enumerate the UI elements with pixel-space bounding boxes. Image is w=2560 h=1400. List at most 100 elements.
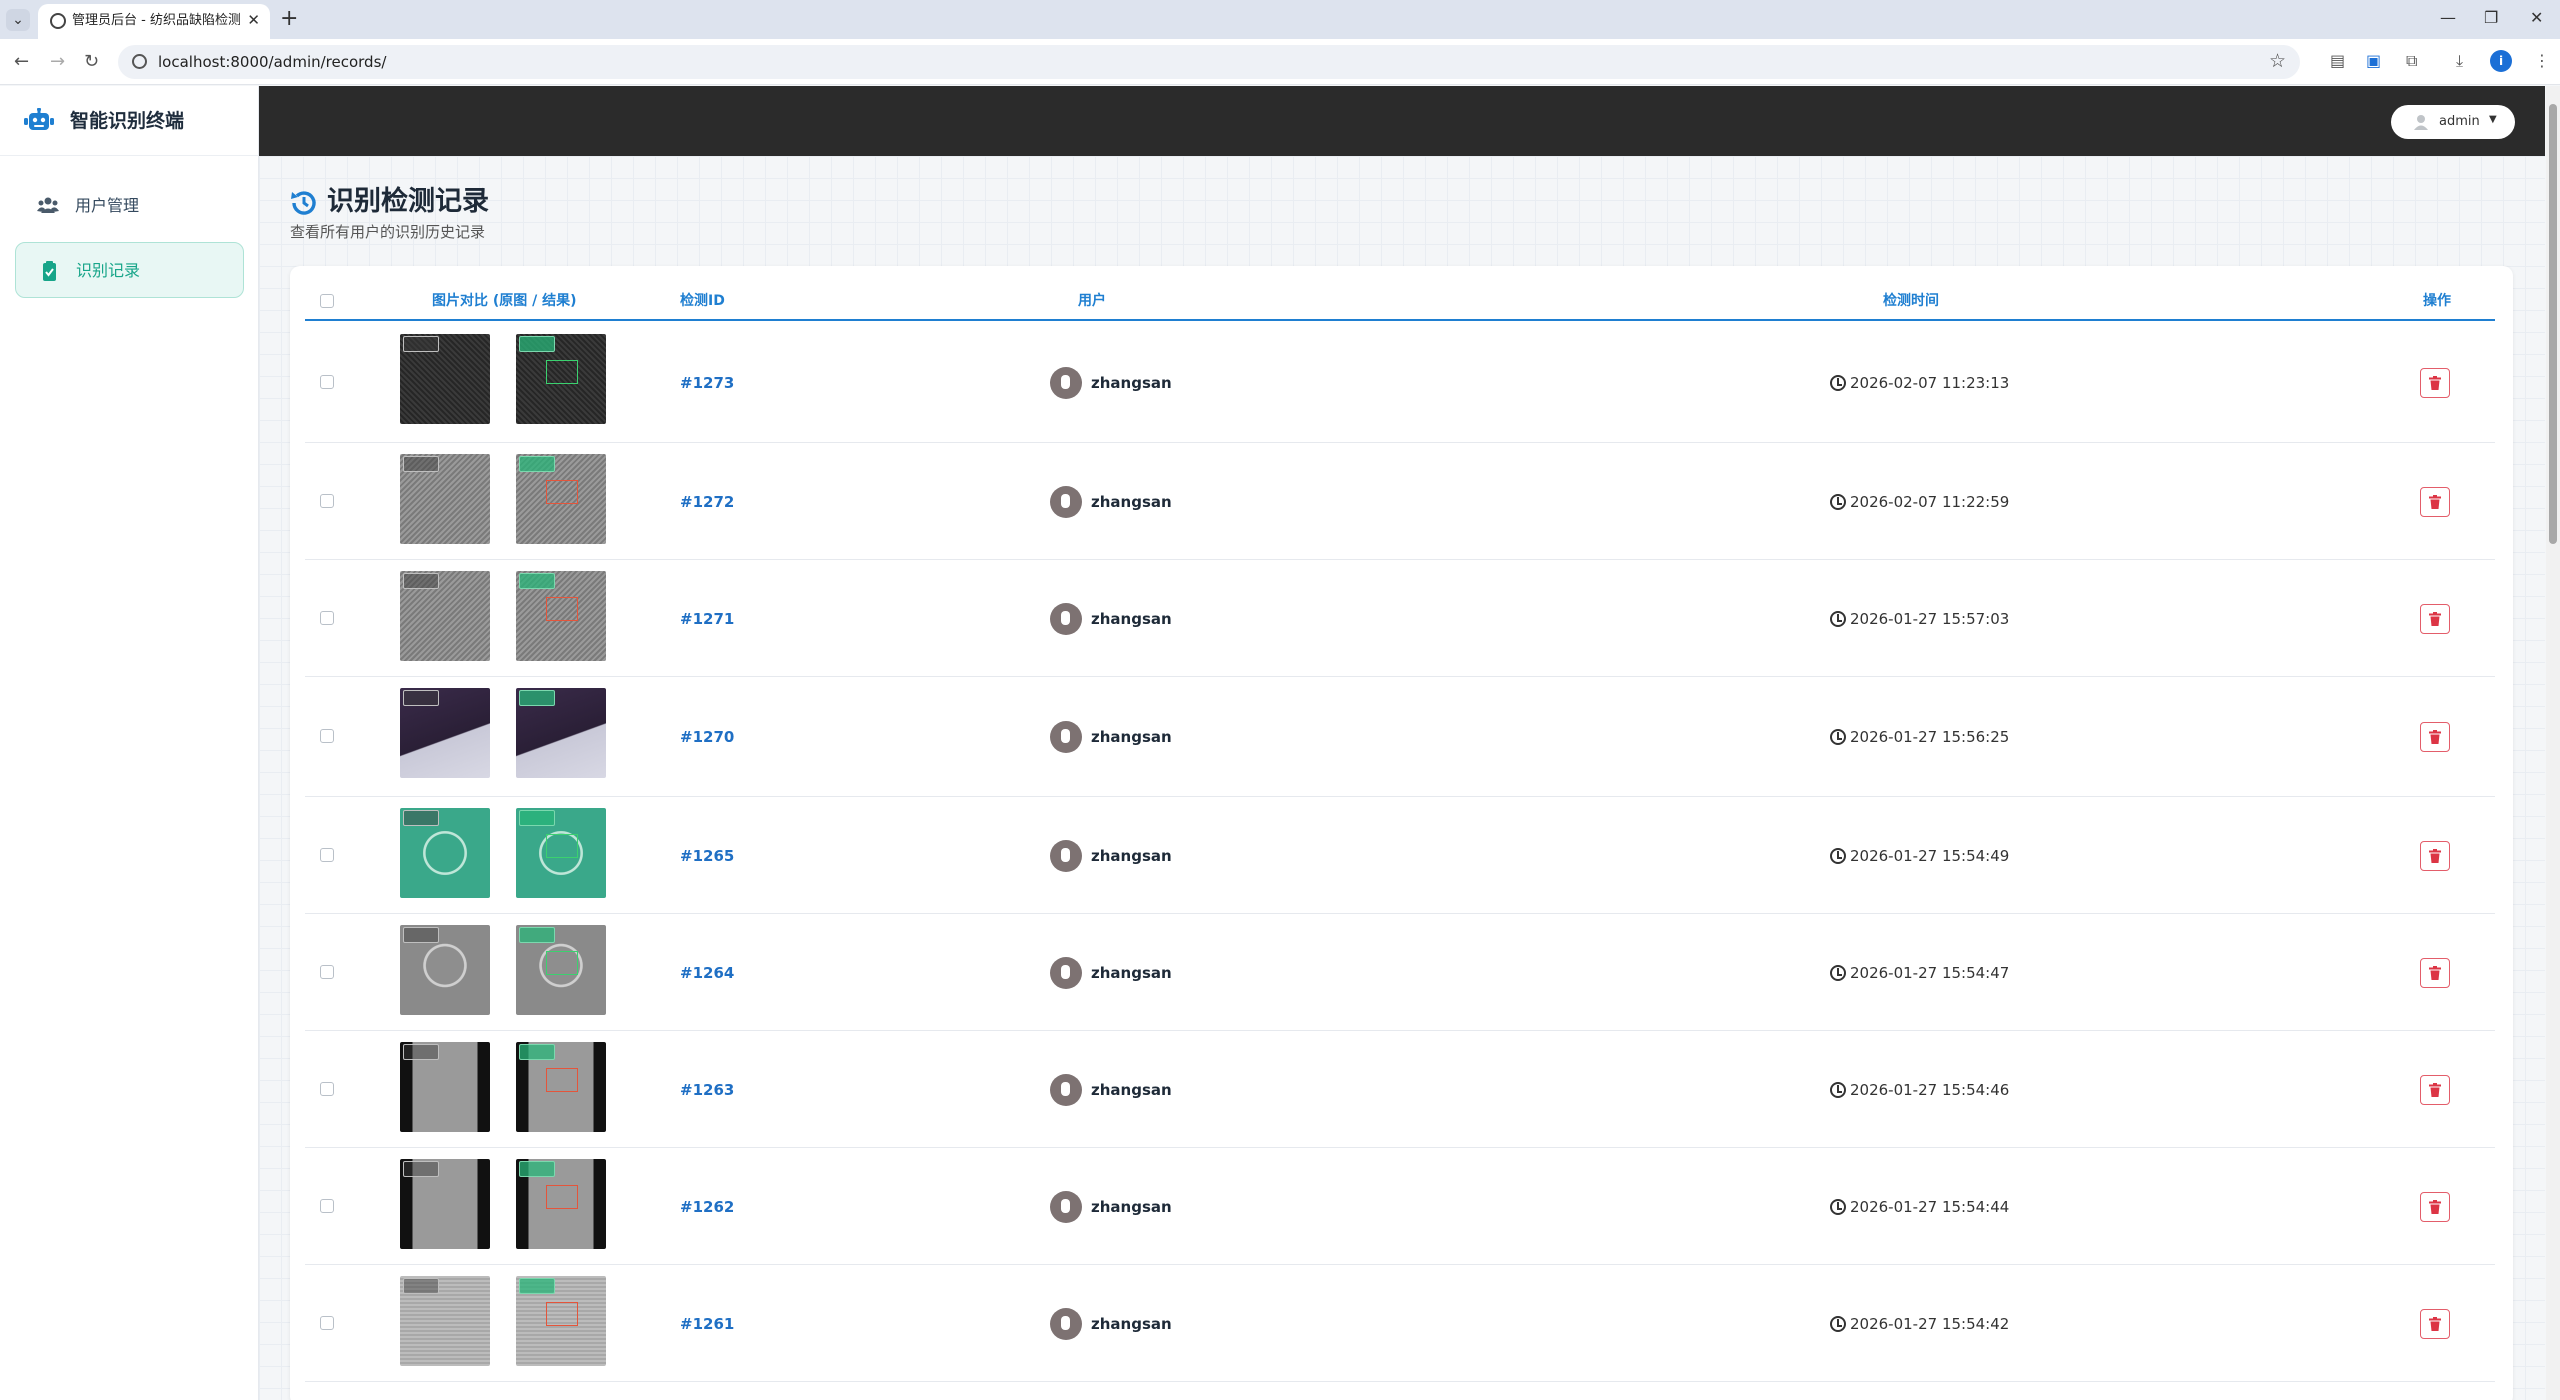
result-image-thumbnail[interactable] [516, 808, 606, 898]
tab-search-chevron-icon[interactable]: ⌄ [6, 9, 30, 31]
record-id-link[interactable]: #1272 [680, 492, 734, 512]
detection-box [546, 360, 578, 384]
record-id-link[interactable]: #1270 [680, 727, 734, 747]
record-id-link[interactable]: #1271 [680, 609, 734, 629]
window-close-icon[interactable]: ✕ [2530, 8, 2543, 27]
sidebar-item-users[interactable]: 用户管理 [15, 178, 244, 234]
trash-icon [2429, 730, 2441, 744]
result-image-thumbnail[interactable] [516, 1042, 606, 1132]
row-checkbox[interactable] [320, 375, 334, 389]
original-image-thumbnail[interactable] [400, 454, 490, 544]
history-icon [291, 191, 316, 215]
delete-record-button[interactable] [2420, 957, 2450, 988]
delete-record-button[interactable] [2420, 486, 2450, 517]
trash-icon [2429, 965, 2441, 980]
detection-box [546, 1302, 578, 1326]
delete-record-button[interactable] [2420, 603, 2450, 634]
window-restore-icon[interactable]: ❐ [2484, 8, 2498, 27]
original-label-tag [403, 1044, 439, 1060]
original-image-thumbnail[interactable] [400, 1276, 490, 1366]
user-avatar [1050, 839, 1082, 872]
row-checkbox[interactable] [320, 729, 334, 743]
original-label-tag [403, 810, 439, 826]
user-menu-button[interactable]: admin ▼ [2391, 105, 2515, 139]
bookmark-star-icon[interactable]: ☆ [2269, 50, 2286, 72]
result-image-thumbnail[interactable] [516, 334, 606, 424]
table-row: #1272 zhangsan 2026-02-07 11:22:59 [305, 443, 2495, 560]
delete-record-button[interactable] [2420, 1191, 2450, 1222]
result-image-thumbnail[interactable] [516, 1276, 606, 1366]
result-label-tag [519, 810, 555, 826]
site-info-icon[interactable] [132, 54, 147, 69]
record-id-link[interactable]: #1262 [680, 1197, 734, 1217]
record-id-link[interactable]: #1261 [680, 1314, 734, 1334]
forward-arrow-icon[interactable]: → [50, 51, 65, 72]
row-checkbox[interactable] [320, 1081, 334, 1096]
row-checkbox[interactable] [320, 964, 334, 979]
record-id-link[interactable]: #1273 [680, 373, 734, 393]
new-tab-plus-icon[interactable]: + [280, 6, 298, 32]
result-label-tag [519, 1161, 555, 1177]
result-image-thumbnail[interactable] [516, 925, 606, 1015]
delete-record-button[interactable] [2420, 722, 2450, 752]
result-image-thumbnail[interactable] [516, 571, 606, 661]
row-checkbox[interactable] [320, 493, 334, 508]
row-checkbox[interactable] [320, 1198, 334, 1213]
record-time: 2026-01-27 15:54:46 [1850, 1080, 2010, 1099]
detection-box [546, 480, 578, 504]
profile-avatar[interactable]: i [2490, 50, 2512, 72]
result-image-thumbnail[interactable] [516, 1159, 606, 1249]
row-checkbox[interactable] [320, 847, 334, 862]
window-minimize-icon[interactable]: — [2440, 8, 2456, 27]
record-time: 2026-01-27 15:54:42 [1850, 1314, 2010, 1333]
clock-icon [1830, 610, 1846, 627]
browser-tab-active[interactable]: 管理员后台 - 纺织品缺陷检测系 ✕ [38, 4, 270, 39]
delete-record-button[interactable] [2420, 368, 2450, 398]
delete-record-button[interactable] [2420, 1074, 2450, 1105]
original-image-thumbnail[interactable] [400, 1042, 490, 1132]
row-checkbox[interactable] [320, 1315, 334, 1330]
record-id-link[interactable]: #1265 [680, 846, 734, 866]
top-header: admin ▼ [259, 86, 2545, 156]
original-image-thumbnail[interactable] [400, 334, 490, 424]
delete-record-button[interactable] [2420, 1308, 2450, 1339]
browser-menu-icon[interactable]: ⋮ [2534, 51, 2550, 70]
result-label-tag [519, 690, 555, 706]
extension-robot-icon[interactable]: ▣ [2366, 51, 2381, 70]
result-image-thumbnail[interactable] [516, 454, 606, 544]
sidebar-item-records[interactable]: 识别记录 [15, 242, 244, 298]
tab-close-icon[interactable]: ✕ [247, 11, 260, 29]
result-image-thumbnail[interactable] [516, 688, 606, 778]
extensions-puzzle-icon[interactable]: ⧉ [2406, 51, 2417, 71]
original-image-thumbnail[interactable] [400, 688, 490, 778]
address-bar[interactable]: localhost:8000/admin/records/ ☆ [118, 45, 2300, 79]
extension-app-icon[interactable]: ▤ [2330, 51, 2345, 70]
record-username: zhangsan [1091, 1080, 1172, 1099]
column-header-action: 操作 [2423, 293, 2451, 309]
reload-icon[interactable]: ↻ [84, 51, 99, 72]
back-arrow-icon[interactable]: ← [14, 51, 29, 72]
caret-down-icon: ▼ [2489, 114, 2497, 125]
brand-title: 智能识别终端 [70, 110, 185, 132]
original-image-thumbnail[interactable] [400, 808, 490, 898]
row-checkbox[interactable] [320, 610, 334, 625]
table-row: #1265 zhangsan 2026-01-27 15:54:49 [305, 797, 2495, 914]
delete-record-button[interactable] [2420, 840, 2450, 871]
address-url[interactable]: localhost:8000/admin/records/ [158, 52, 386, 72]
user-avatar-icon [2414, 115, 2428, 130]
select-all-checkbox[interactable] [320, 294, 334, 308]
scrollbar-thumb[interactable] [2549, 104, 2557, 544]
download-icon[interactable]: ⤓ [2456, 51, 2463, 71]
record-time: 2026-01-27 15:54:44 [1850, 1197, 2010, 1216]
original-image-thumbnail[interactable] [400, 1159, 490, 1249]
table-row: #1263 zhangsan 2026-01-27 15:54:46 [305, 1031, 2495, 1148]
record-id-link[interactable]: #1264 [680, 963, 734, 983]
page-scrollbar[interactable] [2546, 86, 2560, 1400]
original-image-thumbnail[interactable] [400, 571, 490, 661]
user-avatar [1050, 721, 1082, 753]
record-username: zhangsan [1091, 963, 1172, 982]
sidebar-item-label: 用户管理 [75, 196, 140, 215]
column-header-compare: 图片对比 (原图 / 结果) [432, 293, 577, 309]
record-id-link[interactable]: #1263 [680, 1080, 734, 1100]
original-image-thumbnail[interactable] [400, 925, 490, 1015]
